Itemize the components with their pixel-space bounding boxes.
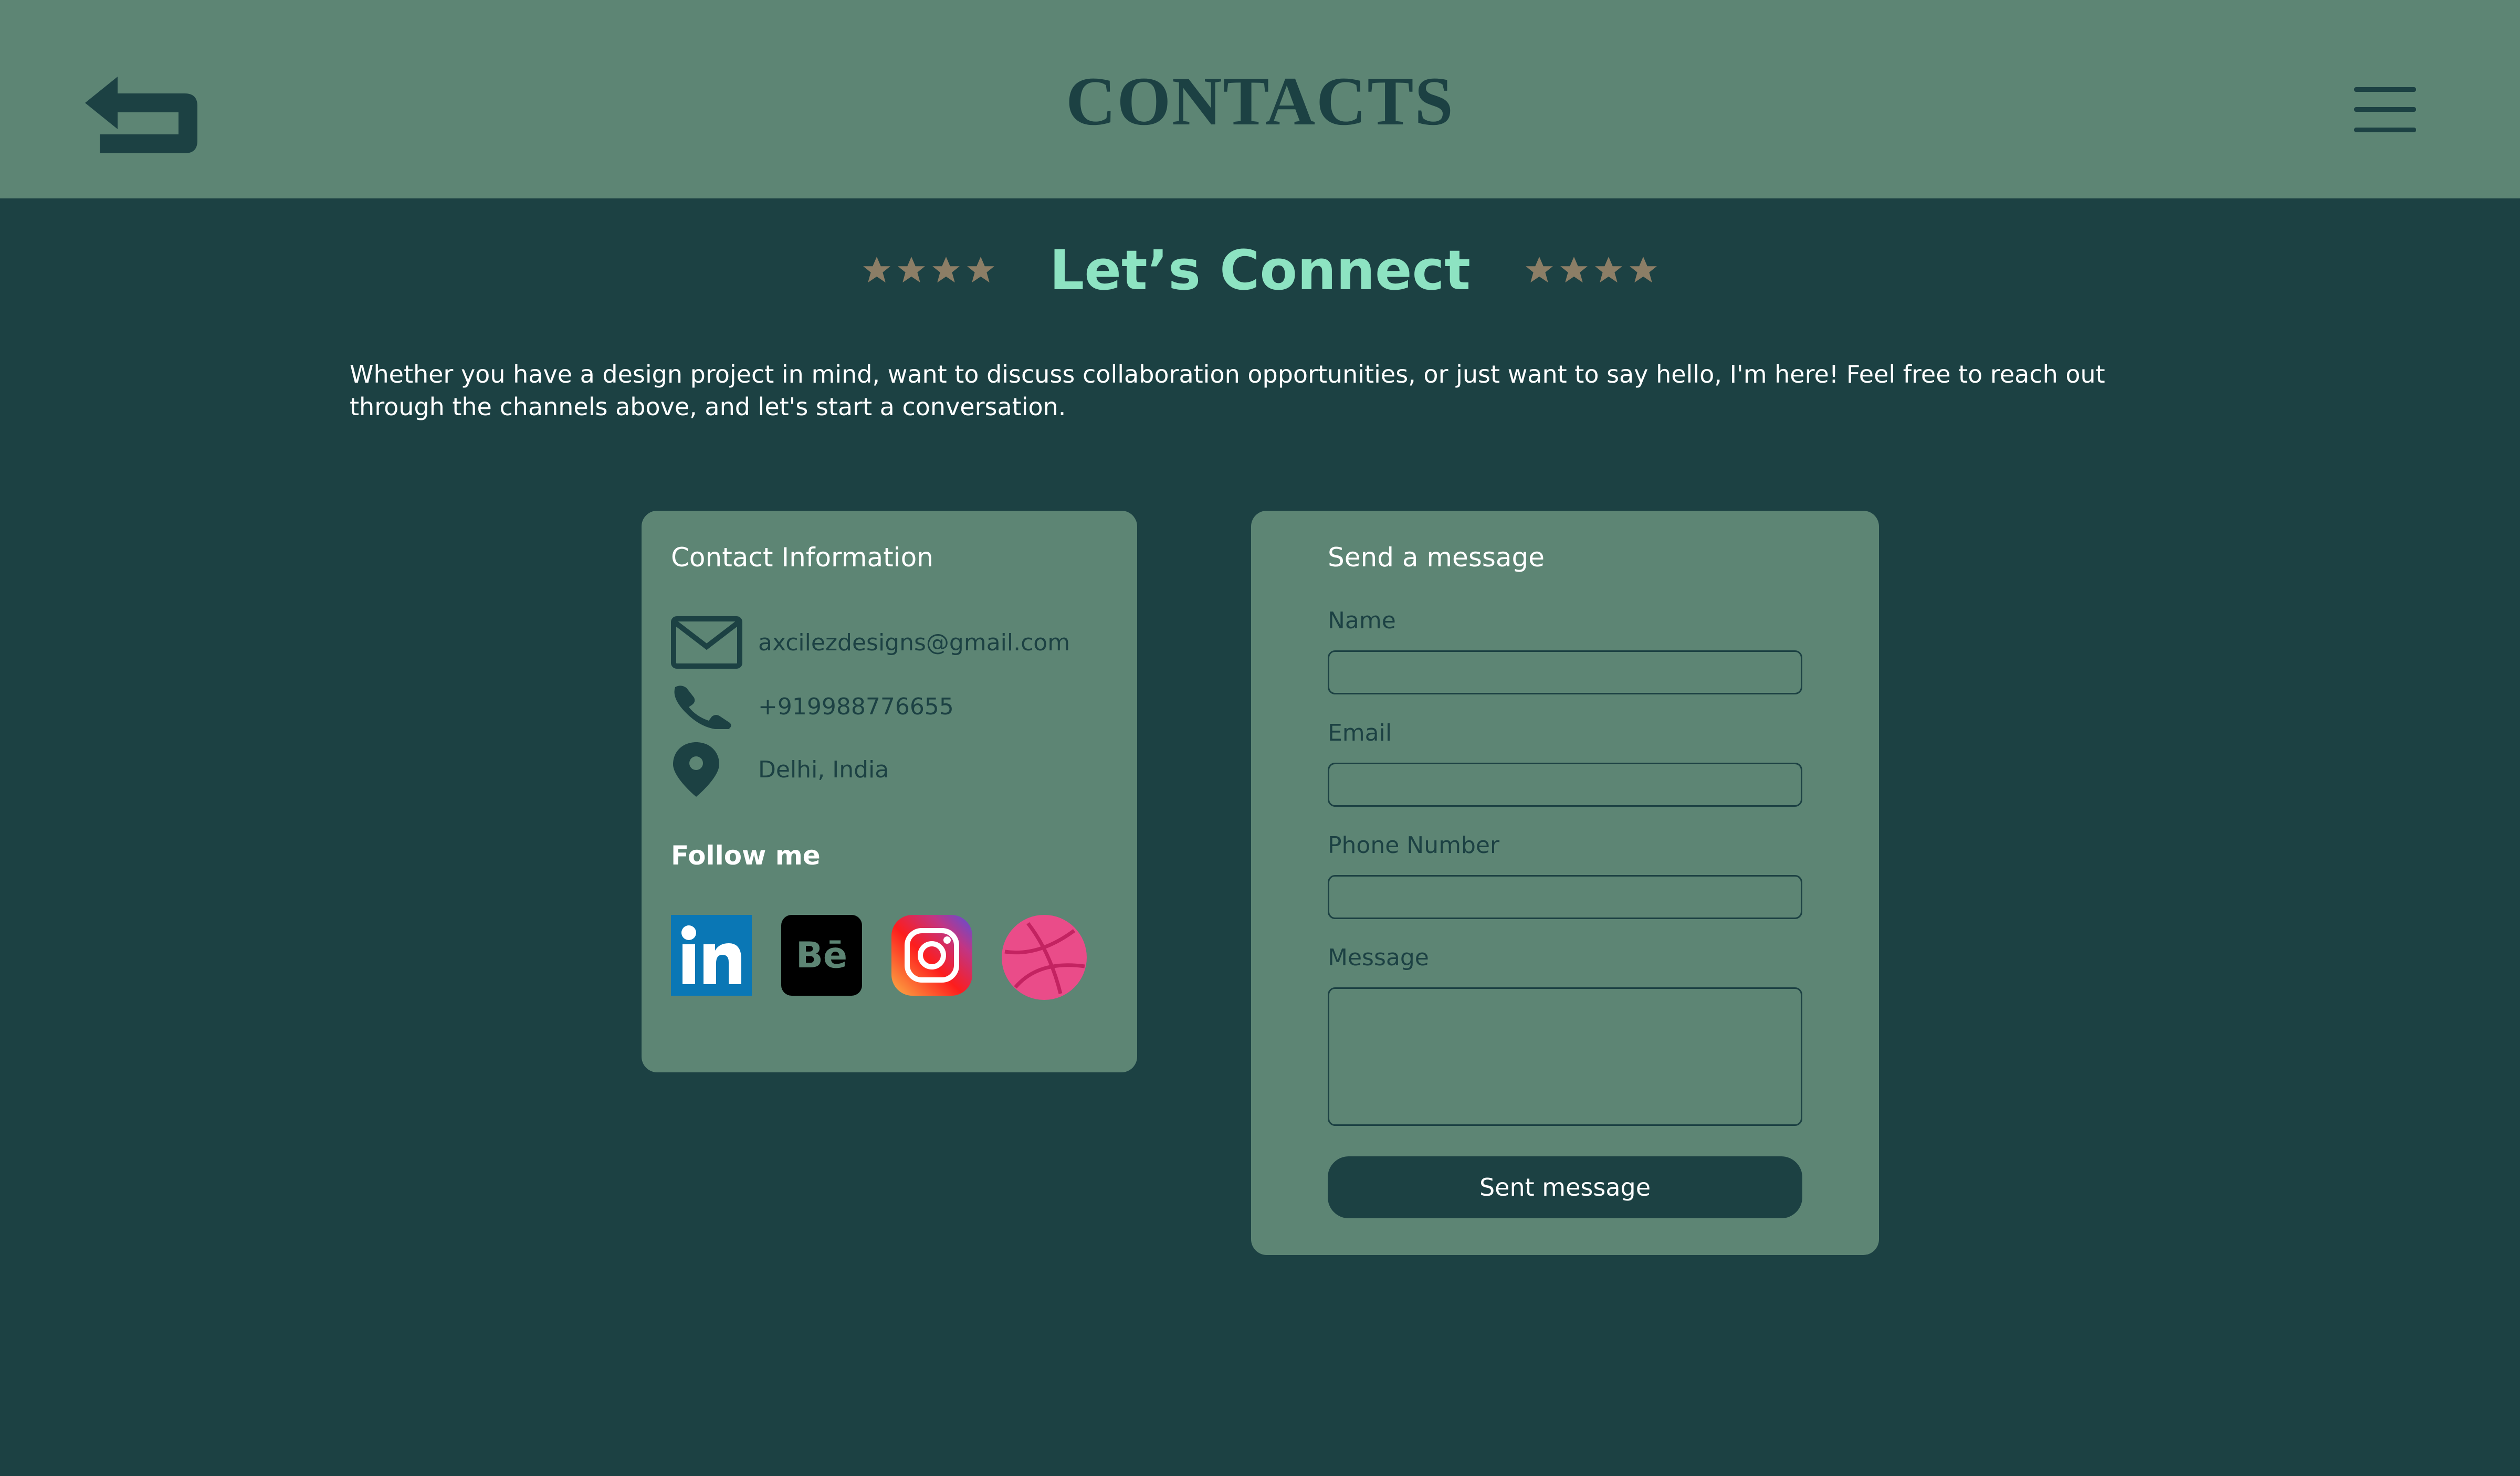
location-text: Delhi, India [758,756,889,783]
contact-info-heading: Contact Information [671,542,933,573]
star-icon [1560,257,1588,283]
mail-icon [671,616,742,669]
message-label: Message [1328,944,1429,971]
svg-text:Bē: Bē [796,935,847,976]
star-icon [932,257,960,283]
phone-icon [674,686,731,729]
behance-icon[interactable]: Bē [781,915,862,996]
hamburger-menu-icon[interactable] [2354,86,2416,133]
location-pin-icon [673,742,719,797]
intro-paragraph: Whether you have a design project in min… [350,360,2105,421]
location-row: Delhi, India [671,742,889,797]
page-title: CONTACTS [1066,62,1454,140]
star-icon [967,257,994,283]
message-textarea[interactable] [1328,987,1802,1126]
phone-label: Phone Number [1328,832,1500,859]
star-icon [863,257,890,283]
message-form-heading: Send a message [1328,542,1545,573]
section-title: Let’s Connect [1049,238,1471,302]
message-form-card: Send a message Name Email Phone Number M… [1251,511,1879,1255]
left-stars [860,254,997,287]
email-input[interactable] [1328,763,1802,807]
linkedin-icon[interactable] [671,915,752,996]
right-stars [1523,254,1660,287]
star-icon [1526,257,1553,283]
email-text[interactable]: axcilezdesigns@gmail.com [758,629,1070,656]
top-header: CONTACTS [0,0,2520,198]
dribbble-icon[interactable] [1002,915,1087,1000]
phone-input[interactable] [1328,875,1802,919]
connect-heading-row: Let’s Connect [0,231,2520,310]
email-row: axcilezdesigns@gmail.com [671,615,1070,670]
phone-row: +919988776655 [671,679,954,734]
contact-info-card: Contact Information axcilezdesigns@gmail… [642,511,1137,1072]
star-icon [1595,257,1622,283]
phone-text[interactable]: +919988776655 [758,693,954,720]
instagram-icon[interactable] [891,915,972,996]
star-icon [898,257,925,283]
follow-heading: Follow me [671,840,821,871]
star-icon [1630,257,1657,283]
send-message-button[interactable]: Sent message [1328,1156,1802,1218]
name-label: Name [1328,607,1396,634]
name-input[interactable] [1328,650,1802,694]
email-label: Email [1328,720,1392,746]
